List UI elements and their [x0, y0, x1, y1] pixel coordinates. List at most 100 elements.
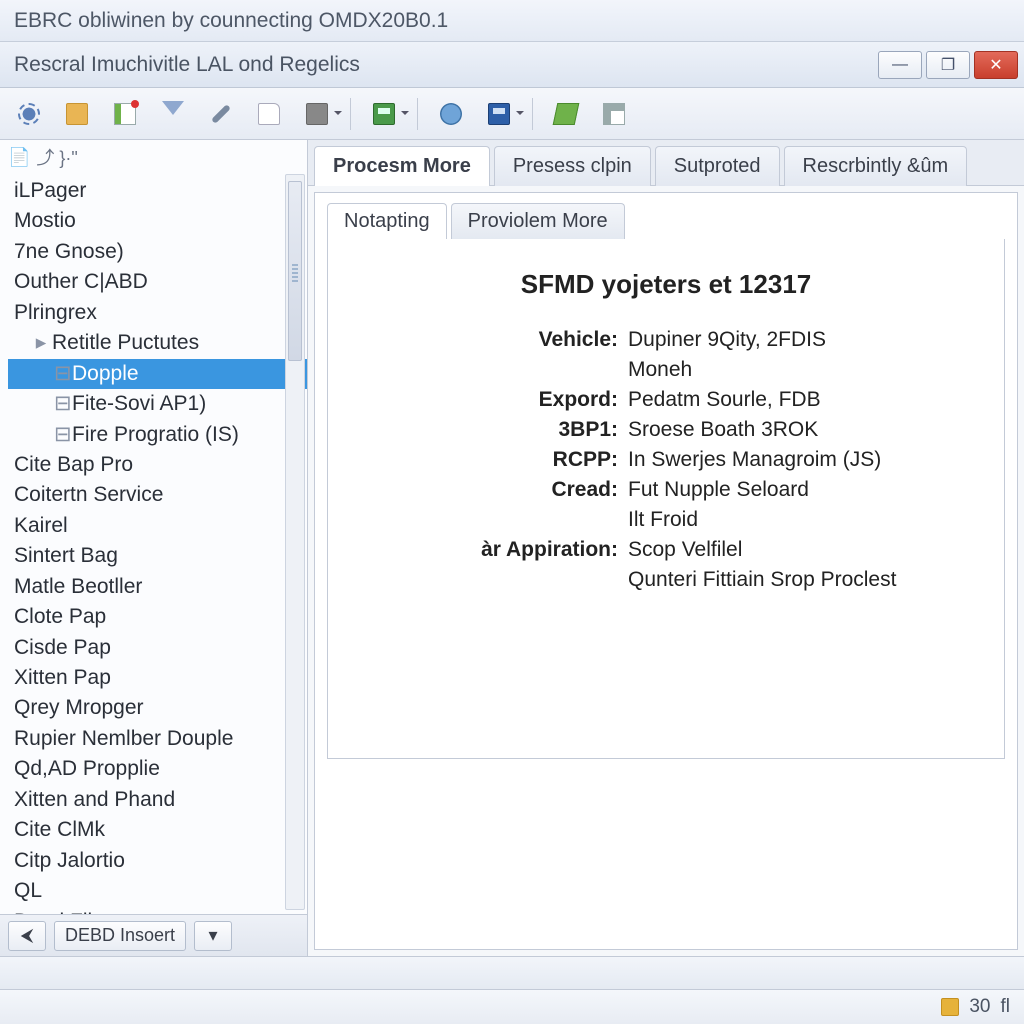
tree-item-label: Mostio: [14, 209, 76, 232]
tree-item[interactable]: iLPager: [8, 176, 307, 206]
tree-item-label: Daad Filc: [14, 910, 103, 915]
tree-item[interactable]: ⊟Dopple: [8, 359, 307, 389]
tree-item[interactable]: Rupier Nemlber Douple: [8, 724, 307, 754]
close-icon: ✕: [989, 55, 1002, 75]
status-bar: 30 fl: [0, 990, 1024, 1024]
property-key: Vehicle:: [418, 328, 618, 352]
toolbar-separator: [532, 98, 533, 130]
tree-item[interactable]: Daad Filc: [8, 907, 307, 915]
toolbar-page-button[interactable]: [254, 99, 284, 129]
primary-tab[interactable]: Sutproted: [655, 146, 780, 186]
tree-item-label: Xitten and Phand: [14, 788, 175, 811]
tree-item-label: Outher C|ABD: [14, 270, 148, 293]
scrollbar-track[interactable]: [285, 174, 305, 910]
tree-item[interactable]: Mostio: [8, 206, 307, 236]
secondary-tab[interactable]: Notapting: [327, 203, 447, 239]
tree-item[interactable]: Cisde Pap: [8, 633, 307, 663]
tree-item-label: Qrey Mropger: [14, 696, 144, 719]
tree-item[interactable]: Qd,AD Propplie: [8, 754, 307, 784]
tree-item-label: Kairel: [14, 514, 68, 537]
tree-item[interactable]: Kairel: [8, 511, 307, 541]
tree-item-label: Cisde Pap: [14, 636, 111, 659]
tree-item-label: Cite Bap Pro: [14, 453, 133, 476]
tree-scroll-area[interactable]: iLPager Mostio 7ne Gnose) Outher C|ABD Plrin…: [0, 170, 307, 914]
tree-item-label: Xitten Pap: [14, 666, 111, 689]
toolbar-sheet-button[interactable]: [110, 99, 140, 129]
chevron-down-icon: ▾: [209, 925, 218, 946]
tree-item[interactable]: Clote Pap: [8, 602, 307, 632]
toolbar-save-button[interactable]: [484, 99, 514, 129]
toolbar-gear-button[interactable]: [14, 99, 44, 129]
tree-item[interactable]: ⊟Fire Progratio (IS): [8, 420, 307, 450]
scrollbar-thumb[interactable]: [288, 181, 302, 361]
tree-item-label: Matle Beotller: [14, 575, 142, 598]
outer-window-title: EBRC obliwinen by counnecting OMDX20B0.1: [0, 0, 1024, 42]
secondary-tab[interactable]: Proviolem More: [451, 203, 625, 239]
expand-icon: ▸: [34, 328, 48, 358]
close-button[interactable]: ✕: [974, 51, 1018, 79]
toolbar-funnel-button[interactable]: [158, 99, 188, 129]
tree-item[interactable]: QL: [8, 876, 307, 906]
insert-dropdown-button[interactable]: ▾: [194, 921, 232, 951]
tree-item[interactable]: Outher C|ABD: [8, 267, 307, 297]
minimize-icon: —: [892, 56, 908, 74]
navigation-tree: iLPager Mostio 7ne Gnose) Outher C|ABD Plrin…: [0, 170, 307, 914]
tree-item[interactable]: Xitten Pap: [8, 663, 307, 693]
secondary-tab-label: Proviolem More: [468, 210, 608, 232]
nav-back-button[interactable]: ⮜: [8, 921, 46, 951]
toolbar-globe-button[interactable]: [436, 99, 466, 129]
secondary-tab-label: Notapting: [344, 210, 430, 232]
toolbar-book-button[interactable]: [551, 99, 581, 129]
property-value: Sroese Boath 3ROK: [628, 418, 974, 442]
toolbar-grid-button[interactable]: [599, 99, 629, 129]
minimize-button[interactable]: —: [878, 51, 922, 79]
property-value: Fut Nupple Seloard: [628, 478, 974, 502]
toolbar-disk-button[interactable]: [369, 99, 399, 129]
toolbar-separator: [350, 98, 351, 130]
print-icon: [306, 103, 328, 125]
maximize-button[interactable]: ❐: [926, 51, 970, 79]
tree-item[interactable]: ⊟Fite-Sovi AP1): [8, 389, 307, 419]
document-body: SFMD yojeters et 12317 Vehicle:Dupiner 9…: [327, 239, 1005, 759]
window-controls: — ❐ ✕: [872, 42, 1024, 87]
insert-button-label: DEBD Insoert: [65, 925, 175, 946]
tree-item[interactable]: Citp Jalortio: [8, 846, 307, 876]
primary-tab[interactable]: Rescrbintly &ûm: [784, 146, 968, 186]
tree-item[interactable]: ▸Retitle Puctutes: [8, 328, 307, 358]
save-icon: [488, 103, 510, 125]
primary-tab[interactable]: Presess clpin: [494, 146, 651, 186]
folder-icon: [66, 103, 88, 125]
toolbar-pen-button[interactable]: [206, 99, 236, 129]
content-pane: Procesm More Presess clpin SutprotedRescrb…: [308, 140, 1024, 956]
inner-title-text: Rescral Imuchivitle LAL ond Regelics: [0, 42, 872, 87]
property-list: Vehicle:Dupiner 9Qity, 2FDISMonehExpord:…: [418, 328, 974, 592]
tree-header: 📄 ⤴ }·": [0, 140, 307, 170]
tree-item[interactable]: Qrey Mropger: [8, 693, 307, 723]
tree-item[interactable]: Xitten and Phand: [8, 785, 307, 815]
tree-item[interactable]: Matle Beotller: [8, 572, 307, 602]
toolbar-separator: [417, 98, 418, 130]
node-icon: ⊟: [54, 420, 68, 450]
status-suffix: fl: [1001, 996, 1011, 1018]
document-title: SFMD yojeters et 12317: [358, 269, 974, 300]
node-icon: ⊟: [54, 359, 68, 389]
tree-item[interactable]: Cite Bap Pro: [8, 450, 307, 480]
tree-item[interactable]: Coitertn Service: [8, 480, 307, 510]
tree-item-label: Rupier Nemlber Douple: [14, 727, 233, 750]
insert-button[interactable]: DEBD Insoert: [54, 921, 186, 951]
toolbar-folder-button[interactable]: [62, 99, 92, 129]
primary-tab-label: Presess clpin: [513, 155, 632, 177]
tree-header-text: ⤴ }·": [36, 144, 77, 170]
toolbar-print-button[interactable]: [302, 99, 332, 129]
tree-item[interactable]: Cite ClMk: [8, 815, 307, 845]
tree-item-label: Coitertn Service: [14, 483, 163, 506]
tree-item-label: Retitle Puctutes: [52, 331, 199, 354]
tree-item-label: Citp Jalortio: [14, 849, 125, 872]
primary-tab[interactable]: Procesm More: [314, 146, 490, 186]
tree-item[interactable]: Plringrex: [8, 298, 307, 328]
tree-item[interactable]: 7ne Gnose): [8, 237, 307, 267]
tree-item[interactable]: Sintert Bag: [8, 541, 307, 571]
property-key: àr Appiration:: [418, 538, 618, 562]
chevron-left-icon: ⮜: [21, 925, 34, 946]
property-key: [418, 358, 618, 382]
